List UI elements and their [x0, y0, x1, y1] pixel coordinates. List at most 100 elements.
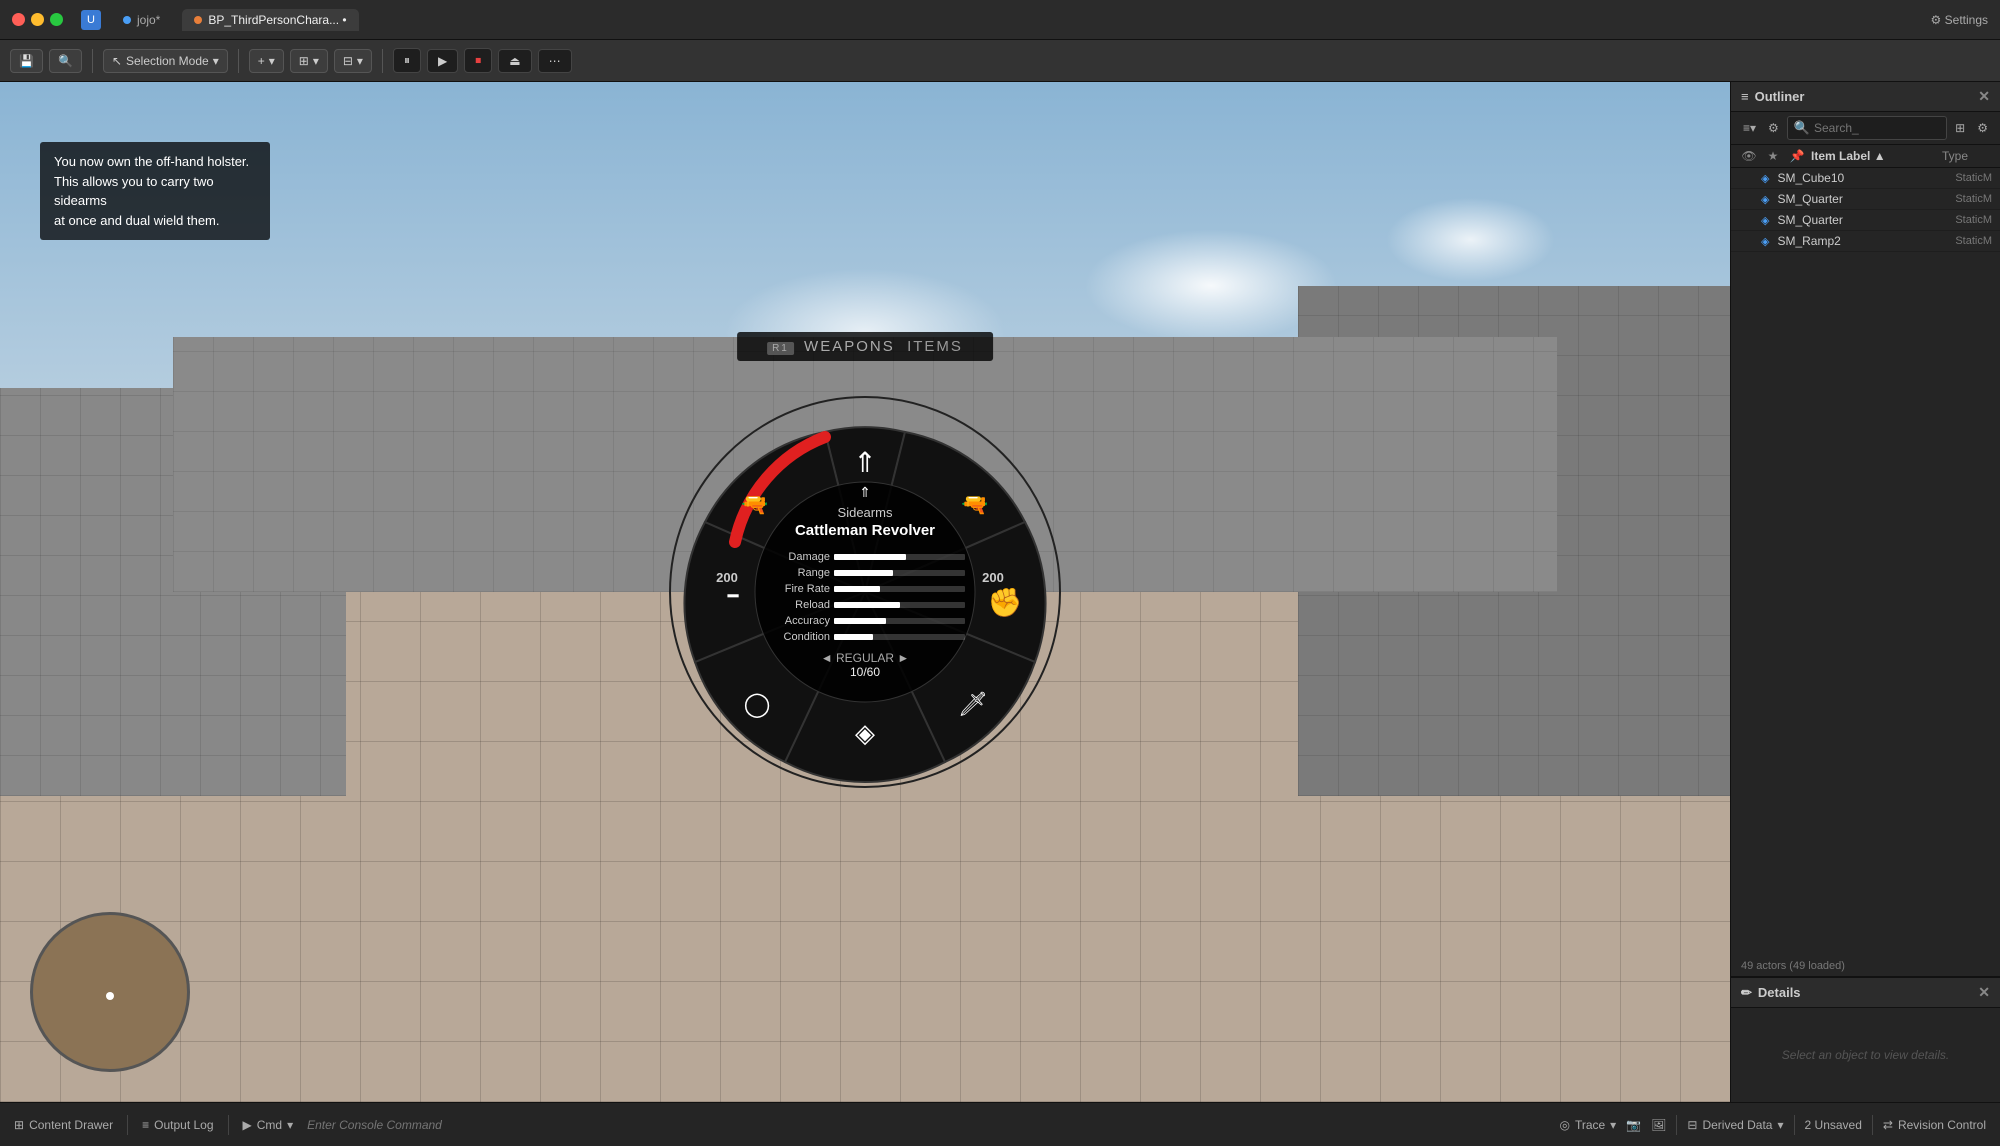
item-name-3: SM_Ramp2 — [1777, 234, 1928, 248]
save-icon: 💾 — [19, 54, 34, 68]
item-type-3: StaticM — [1932, 235, 1992, 247]
outliner-list-icon: ≡ — [1741, 89, 1749, 104]
list-item[interactable]: ◈ SM_Quarter StaticM — [1731, 210, 2000, 231]
revision-control-button[interactable]: ⇄ Revision Control — [1883, 1118, 1986, 1132]
selection-mode-button[interactable]: ↖ Selection Mode ▾ — [103, 49, 228, 73]
tab-map[interactable]: jojo* — [111, 9, 172, 31]
pause-icon: ⏸ — [404, 53, 410, 68]
more-button[interactable]: ⋯ — [538, 49, 572, 73]
status-right: ◎ Trace ▾ 📷 🖼 ⊟ Derived Data ▾ 2 Unsaved… — [1559, 1115, 1986, 1135]
stat-bar-fill-reload — [834, 602, 900, 608]
grid-button[interactable]: ⊞ ▾ — [290, 49, 328, 73]
wheel-center-info: Sidearms Cattleman Revolver Damage Range… — [765, 505, 965, 679]
search-box[interactable]: 🔍 — [1787, 116, 1947, 140]
status-sep-3 — [1676, 1115, 1677, 1135]
list-item[interactable]: ◈ SM_Ramp2 StaticM — [1731, 231, 2000, 252]
more-icon: ⋯ — [549, 54, 561, 68]
stat-damage: Damage — [765, 551, 965, 563]
fullscreen-button[interactable] — [50, 13, 63, 26]
outliner-filter-button[interactable]: ≡▾ — [1739, 119, 1760, 137]
tab-label-map: jojo* — [137, 13, 160, 27]
tooltip-text: You now own the off-hand holster.This al… — [54, 154, 249, 228]
outliner-column-headers: 👁 ★ 📌 Item Label ▲ Type — [1731, 145, 2000, 168]
details-close-button[interactable]: ✕ — [1978, 984, 1990, 1001]
close-button[interactable] — [12, 13, 25, 26]
weapon-name: Cattleman Revolver — [765, 522, 965, 539]
search-input[interactable] — [1814, 121, 1940, 135]
app-icon: U — [81, 10, 101, 30]
camera-button[interactable]: 📷 — [1626, 1118, 1641, 1132]
outliner-items-list: ◈ SM_Cube10 StaticM ◈ SM_Quarter StaticM… — [1731, 168, 2000, 956]
derived-data-button[interactable]: ⊟ Derived Data ▾ — [1687, 1118, 1783, 1132]
grid-chevron-icon: ▾ — [313, 54, 319, 68]
weapon-wheel[interactable]: R1 WEAPONS ITEMS — [655, 382, 1075, 802]
outliner-close-button[interactable]: ✕ — [1978, 88, 1990, 105]
stat-reload: Reload — [765, 599, 965, 611]
minimize-button[interactable] — [31, 13, 44, 26]
toolbar-separator-1 — [92, 49, 93, 73]
ammo-count: 10/60 — [765, 665, 965, 679]
screenshot-icon: 🖼 — [1651, 1118, 1666, 1132]
unsaved-button[interactable]: 2 Unsaved — [1805, 1118, 1862, 1132]
weapon-type: Sidearms — [765, 505, 965, 520]
add-button[interactable]: + ▾ — [249, 49, 284, 73]
settings-button[interactable]: ⚙ Settings — [1931, 13, 1988, 27]
cmd-button[interactable]: ▶ Cmd ▾ — [243, 1118, 294, 1132]
status-sep-5 — [1872, 1115, 1873, 1135]
col-star: ★ — [1763, 149, 1783, 163]
status-sep-4 — [1794, 1115, 1795, 1135]
statusbar: ⊞ Content Drawer ≡ Output Log ▶ Cmd ▾ ◎ … — [0, 1102, 2000, 1146]
outliner-gear-button[interactable]: ⚙ — [1973, 119, 1992, 137]
stat-label-range: Range — [765, 567, 830, 579]
outliner-panel: ≡ Outliner ✕ ≡▾ ⚙ 🔍 ⊞ ⚙ 👁 ★ 📌 Item Label… — [1730, 82, 2000, 1102]
status-sep-2 — [228, 1115, 229, 1135]
list-item[interactable]: ◈ SM_Quarter StaticM — [1731, 189, 2000, 210]
selection-icon: ↖ — [112, 54, 122, 68]
svg-text:🗡: 🗡 — [958, 691, 988, 718]
outliner-header-left: ≡ Outliner — [1741, 89, 1804, 104]
pause-button[interactable]: ⏸ — [393, 48, 421, 73]
viewport[interactable]: You now own the off-hand holster.This al… — [0, 82, 1730, 1102]
content-drawer-button[interactable]: ⊞ Content Drawer — [14, 1118, 113, 1132]
stat-bar-fill-damage — [834, 554, 906, 560]
trace-button[interactable]: ◎ Trace ▾ — [1559, 1118, 1616, 1132]
console-input[interactable] — [307, 1118, 1545, 1132]
list-item[interactable]: ◈ SM_Cube10 StaticM — [1731, 168, 2000, 189]
ammo-type: ◄ REGULAR ► — [765, 651, 965, 665]
derived-data-label: Derived Data — [1702, 1118, 1772, 1132]
item-icon-2: ◈ — [1761, 214, 1769, 227]
item-type-0: StaticM — [1932, 172, 1992, 184]
tab-character[interactable]: BP_ThirdPersonChara... • — [182, 9, 358, 31]
stat-bar-firerate — [834, 586, 965, 592]
derived-data-icon: ⊟ — [1687, 1118, 1697, 1132]
unsaved-label: 2 Unsaved — [1805, 1118, 1862, 1132]
toolbar-separator-3 — [382, 49, 383, 73]
item-icon-0: ◈ — [1761, 172, 1769, 185]
cmd-chevron-icon: ▾ — [287, 1118, 293, 1132]
content-drawer-icon: ⊞ — [14, 1118, 24, 1132]
stop-button[interactable]: ⏹ — [464, 48, 492, 73]
wheel-header-text: WEAPONS ITEMS — [804, 338, 963, 355]
details-header-left: ✏ Details — [1741, 985, 1801, 1001]
outliner-header: ≡ Outliner ✕ — [1731, 82, 2000, 112]
outliner-settings-button[interactable]: ⚙ — [1764, 119, 1783, 137]
output-log-button[interactable]: ≡ Output Log — [142, 1118, 213, 1132]
eject-button[interactable]: ⏏ — [498, 49, 531, 73]
wheel-badge: R1 — [767, 342, 794, 355]
main-layout: You now own the off-hand holster.This al… — [0, 82, 2000, 1102]
output-log-icon: ≡ — [142, 1118, 149, 1132]
ammo-info: ◄ REGULAR ► 10/60 — [765, 651, 965, 679]
outliner-add-button[interactable]: ⊞ — [1951, 119, 1969, 137]
play-button[interactable]: ▶ — [427, 49, 458, 73]
col-label-header[interactable]: Item Label ▲ — [1811, 149, 1904, 163]
stat-bar-fill-firerate — [834, 586, 880, 592]
col-visibility: 👁 — [1739, 149, 1759, 163]
stat-bar-accuracy — [834, 618, 965, 624]
snap-button[interactable]: ⊟ ▾ — [334, 49, 372, 73]
traffic-lights — [12, 13, 63, 26]
cmd-label: Cmd — [257, 1118, 282, 1132]
save-button[interactable]: 💾 — [10, 49, 43, 73]
browse-button[interactable]: 🔍 — [49, 49, 82, 73]
search-icon: 🔍 — [1794, 120, 1810, 136]
screenshot-button[interactable]: 🖼 — [1651, 1118, 1666, 1132]
